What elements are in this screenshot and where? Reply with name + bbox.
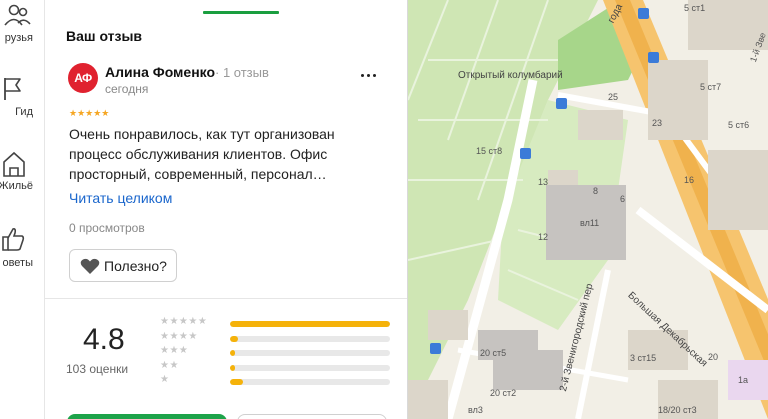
- useful-label: Полезно?: [104, 258, 167, 274]
- active-tab-indicator: [203, 11, 279, 14]
- review-stars: ★★★★★: [69, 108, 110, 118]
- rating-bar-1: ★: [160, 374, 390, 387]
- map-view[interactable]: 5 ст1 Открытый колумбарий 25 15 ст8 13 2…: [408, 0, 768, 419]
- rating-bar-track: [230, 365, 390, 371]
- map-label: 5 ст7: [700, 82, 722, 92]
- rating-count: 103 оценки: [66, 362, 129, 376]
- map-label: 20: [708, 352, 719, 362]
- rail-label: Гид: [15, 106, 33, 118]
- divider: [45, 298, 407, 299]
- rating-value: 4.8: [83, 323, 125, 356]
- place-panel: Ваш отзыв АФ Алина Фоменко · 1 отзыв сег…: [45, 0, 408, 419]
- rating-bar-fill: [230, 336, 238, 342]
- map-label: 12: [538, 232, 549, 242]
- your-review-title: Ваш отзыв: [66, 28, 143, 44]
- map-label: 23: [652, 118, 663, 128]
- rating-bar-track: [230, 350, 390, 356]
- map-label: вл11: [580, 218, 600, 228]
- dot-icon: [373, 74, 376, 77]
- rating-stars-label: ★★★★: [160, 331, 198, 342]
- rating-bar-2: ★★: [160, 360, 390, 373]
- rating-bar-fill: [230, 379, 243, 385]
- rating-bar-fill: [230, 350, 235, 356]
- rail-label: рузья: [4, 32, 33, 44]
- write-review-button[interactable]: [67, 414, 227, 419]
- rating-bar-track: [230, 336, 390, 342]
- map-label: 20 ст2: [490, 388, 517, 398]
- map-label: 5 ст1: [684, 3, 706, 13]
- useful-button[interactable]: Полезно?: [69, 249, 177, 282]
- rail-item-tips[interactable]: оветы: [0, 225, 44, 275]
- dot-icon: [367, 74, 370, 77]
- read-more-link[interactable]: Читать целиком: [69, 190, 172, 206]
- left-nav-rail: рузья Гид Жильё оветы: [0, 0, 45, 419]
- map-label: 13: [538, 177, 549, 187]
- rating-bar-track: [230, 379, 390, 385]
- rating-stars-label: ★★★★★: [160, 316, 208, 327]
- rail-label: Жильё: [0, 180, 33, 192]
- dot-icon: [361, 74, 364, 77]
- map-label: 16: [684, 175, 695, 185]
- rail-item-guide[interactable]: Гид: [0, 72, 44, 122]
- rating-bar-fill: [230, 365, 235, 371]
- rail-item-friends[interactable]: рузья: [0, 0, 44, 50]
- rating-stars-label: ★: [160, 374, 170, 385]
- rating-bar-3: ★★★: [160, 345, 390, 358]
- map-label: 18/20 ст3: [658, 405, 697, 415]
- map-label: вл3: [468, 405, 483, 415]
- rail-label: оветы: [2, 257, 33, 269]
- more-options-button[interactable]: [355, 66, 383, 84]
- map-label: 15 ст8: [476, 146, 503, 156]
- map-label: 3 ст15: [630, 353, 657, 363]
- heart-icon: [80, 258, 100, 274]
- map-label: Открытый колумбарий: [458, 70, 563, 81]
- rating-bar-fill: [230, 321, 390, 327]
- rating-stars-label: ★★: [160, 360, 179, 371]
- map-label: 1а: [738, 375, 749, 385]
- map-label: 6: [620, 194, 626, 204]
- map-label: 20 ст5: [480, 348, 507, 358]
- map-label: 8: [593, 186, 599, 196]
- rating-bar-4: ★★★★: [160, 331, 390, 344]
- review-author[interactable]: Алина Фоменко: [105, 64, 215, 80]
- review-date: сегодня: [105, 82, 149, 96]
- map-label: 5 ст6: [728, 120, 750, 130]
- rating-stars-label: ★★★: [160, 345, 189, 356]
- rating-bar-5: ★★★★★: [160, 316, 390, 329]
- rail-item-housing[interactable]: Жильё: [0, 148, 44, 198]
- review-text: Очень понравилось, как тут организован п…: [69, 126, 335, 182]
- rating-bar-track: [230, 321, 390, 327]
- review-views: 0 просмотров: [69, 221, 145, 235]
- secondary-action-button[interactable]: [237, 414, 387, 419]
- avatar[interactable]: АФ: [68, 63, 98, 93]
- map-label: 25: [608, 92, 619, 102]
- author-review-count: · 1 отзыв: [215, 65, 269, 80]
